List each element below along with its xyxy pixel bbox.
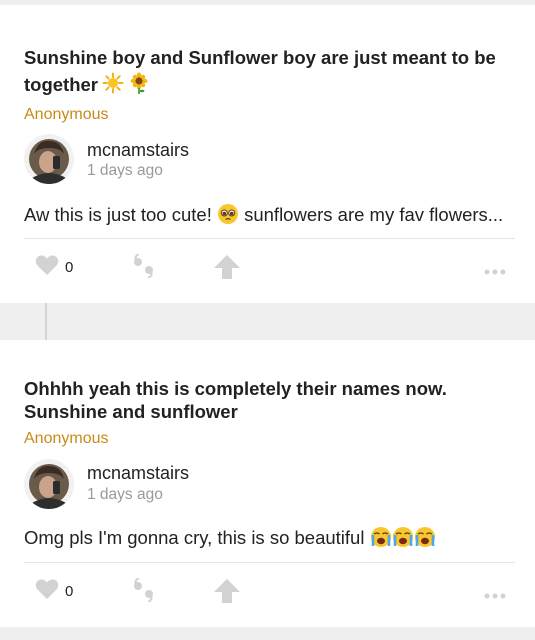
loudly-crying-face-emoji	[414, 526, 436, 553]
sun-emoji	[102, 72, 124, 101]
comment-text-part: Aw this is just too cute!	[24, 204, 217, 225]
upvote-button[interactable]	[213, 254, 241, 285]
divider	[24, 562, 515, 563]
upvote-button[interactable]	[213, 578, 241, 609]
post-card[interactable]: Ohhhh yeah this is completely their name…	[0, 340, 535, 627]
quote-icon	[134, 253, 153, 279]
more-options-button[interactable]	[484, 587, 506, 605]
action-bar: 0	[0, 577, 535, 609]
poster-name[interactable]: Anonymous	[24, 430, 109, 448]
divider	[24, 238, 515, 239]
comment-username[interactable]: mcnamstairs	[87, 140, 189, 161]
comment-text[interactable]: Aw this is just too cute! sunflowers are…	[24, 203, 519, 230]
like-count: 0	[65, 583, 74, 600]
pleading-face-emoji	[217, 203, 239, 230]
like-button[interactable]	[35, 254, 59, 281]
post-card[interactable]: Sunshine boy and Sunflower boy are just …	[0, 5, 535, 303]
quote-button[interactable]	[131, 253, 157, 283]
comment-username[interactable]: mcnamstairs	[87, 463, 189, 484]
loudly-crying-face-emoji	[392, 526, 414, 553]
upvote-arrow-icon	[214, 255, 240, 279]
post-title[interactable]: Ohhhh yeah this is completely their name…	[24, 377, 504, 423]
quote-icon	[134, 577, 153, 603]
post-title-text: Sunshine boy and Sunflower boy are just …	[24, 47, 496, 95]
avatar[interactable]	[24, 134, 74, 184]
sunflower-emoji	[128, 72, 150, 101]
more-options-icon	[484, 593, 506, 599]
thread-connector	[45, 303, 47, 340]
poster-name[interactable]: Anonymous	[24, 106, 109, 124]
action-bar: 0	[0, 253, 535, 285]
more-options-button[interactable]	[484, 263, 506, 281]
comment-text-part: Omg pls I'm gonna cry, this is so beauti…	[24, 527, 370, 548]
comment-timestamp: 1 days ago	[87, 162, 163, 179]
more-options-icon	[484, 269, 506, 275]
comment-text[interactable]: Omg pls I'm gonna cry, this is so beauti…	[24, 526, 519, 553]
heart-icon	[35, 255, 59, 275]
comment-timestamp: 1 days ago	[87, 486, 163, 503]
heart-icon	[35, 579, 59, 599]
post-title[interactable]: Sunshine boy and Sunflower boy are just …	[24, 44, 504, 101]
upvote-arrow-icon	[214, 579, 240, 603]
comment-text-part: sunflowers are my fav flowers...	[238, 204, 504, 225]
like-count: 0	[65, 259, 74, 276]
like-button[interactable]	[35, 578, 59, 605]
post-title-text: Ohhhh yeah this is completely their name…	[24, 378, 447, 422]
quote-button[interactable]	[131, 577, 157, 607]
avatar[interactable]	[24, 459, 74, 509]
loudly-crying-face-emoji	[370, 526, 392, 553]
